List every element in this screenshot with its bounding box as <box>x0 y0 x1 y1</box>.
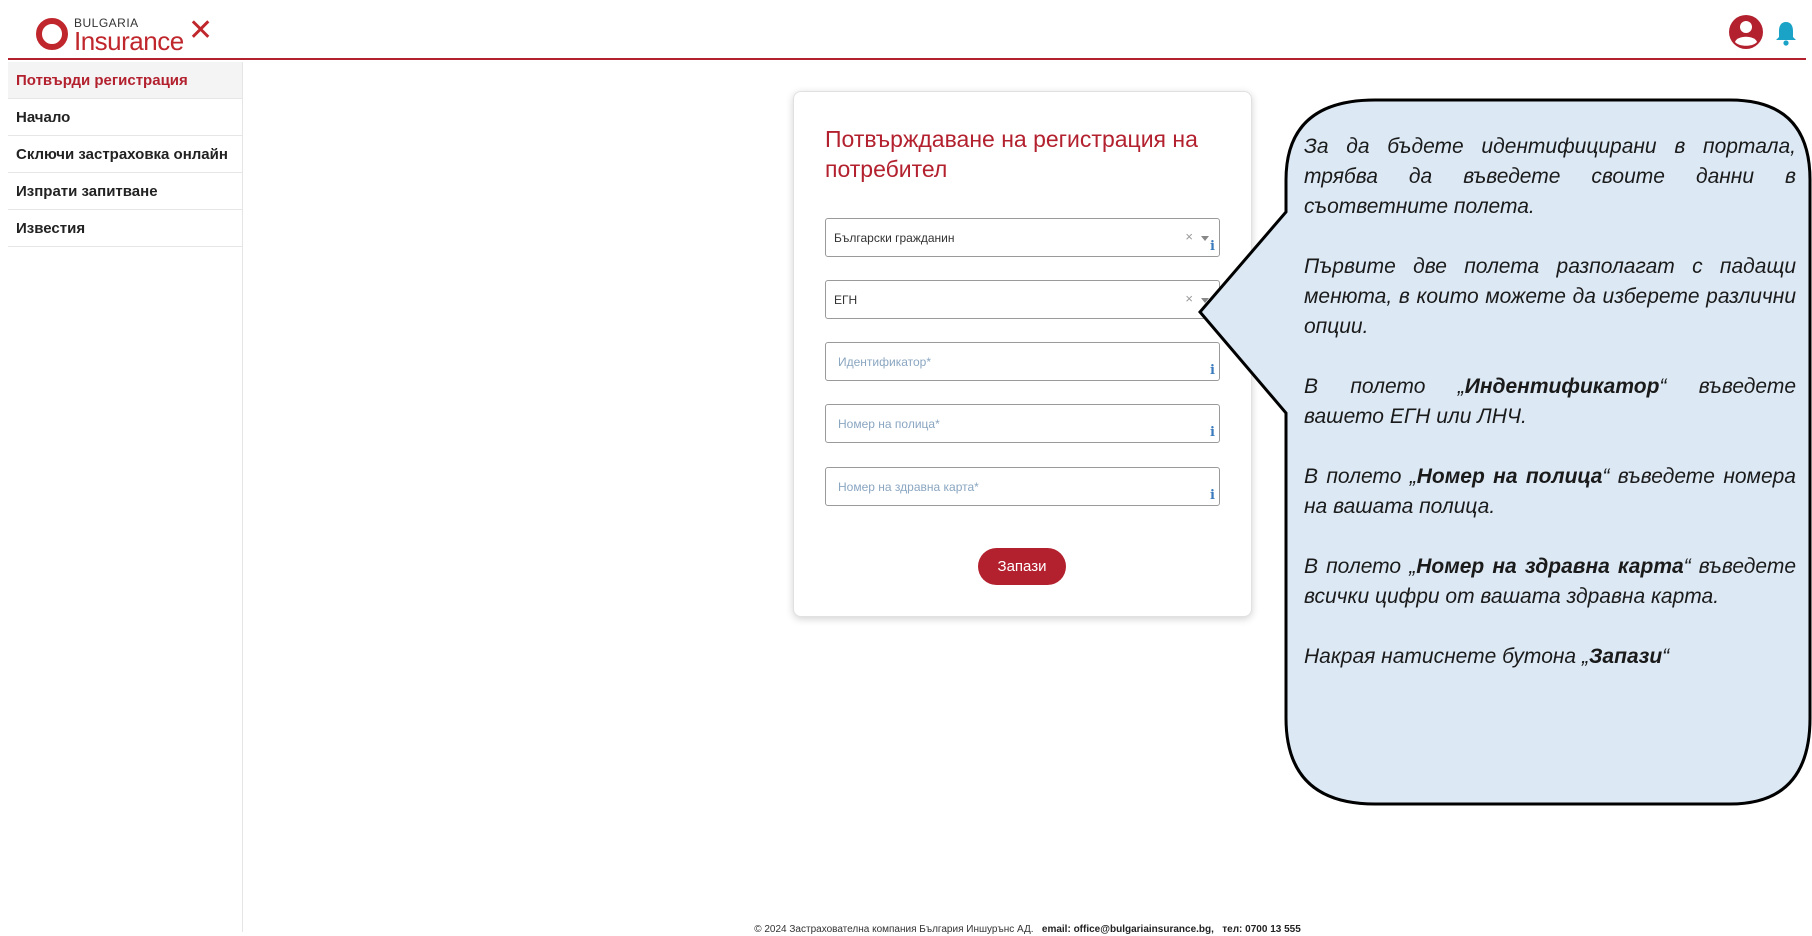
close-menu-icon[interactable]: ✕ <box>188 14 213 48</box>
logo-ring-icon <box>36 18 68 50</box>
sidebar-item-confirm-registration[interactable]: Потвърди регистрация <box>8 62 242 99</box>
id-type-select[interactable]: ЕГН × <box>825 280 1220 319</box>
health-card-number-input[interactable]: Номер на здравна карта* i <box>825 467 1220 506</box>
save-button[interactable]: Запази <box>978 548 1066 585</box>
footer-phone: тел: 0700 13 555 <box>1222 924 1301 935</box>
user-circle-icon[interactable] <box>1728 14 1764 50</box>
sidebar-nav: Потвърди регистрация Начало Сключи застр… <box>8 62 243 932</box>
callout-paragraph: Накрая натиснете бутона „Запази“ <box>1304 645 1670 668</box>
sidebar-item-send-inquiry[interactable]: Изпрати запитване <box>8 173 242 210</box>
help-callout-text: За да бъдете идентифицирани в портала, т… <box>1304 132 1796 702</box>
page-footer: © 2024 Застрахователна компания България… <box>243 924 1812 935</box>
bell-icon[interactable] <box>1774 20 1798 46</box>
sidebar-item-buy-insurance-online[interactable]: Сключи застраховка онлайн <box>8 136 242 173</box>
id-type-value: ЕГН <box>834 293 858 307</box>
citizenship-select[interactable]: Български гражданин × i <box>825 218 1220 257</box>
footer-email-link[interactable]: email: office@bulgariainsurance.bg, <box>1042 924 1214 935</box>
sidebar-item-notifications[interactable]: Известия <box>8 210 242 247</box>
logo-big-text: Insurance <box>74 26 184 56</box>
citizenship-value: Български гражданин <box>834 231 955 245</box>
form-title: Потвърждаване на регистрация на потребит… <box>825 126 1198 182</box>
bulgaria-insurance-logo[interactable]: BULGARIA Insurance <box>36 14 184 56</box>
identifier-input[interactable]: Идентификатор* i <box>825 342 1220 381</box>
callout-paragraph: В полето „Номер на здравна карта“ въведе… <box>1304 555 1796 608</box>
health-card-placeholder: Номер на здравна карта* <box>838 480 979 494</box>
top-header: BULGARIA Insurance ✕ <box>8 4 1806 60</box>
callout-paragraph: Първите две полета разполагат с падащи м… <box>1304 255 1796 338</box>
policy-number-input[interactable]: Номер на полица* i <box>825 404 1220 443</box>
callout-paragraph: За да бъдете идентифицирани в портала, т… <box>1304 135 1796 218</box>
sidebar-item-home[interactable]: Начало <box>8 99 242 136</box>
identifier-placeholder: Идентификатор* <box>838 355 932 369</box>
footer-copyright: © 2024 Застрахователна компания България… <box>754 924 1034 935</box>
policy-number-placeholder: Номер на полица* <box>838 417 940 431</box>
callout-paragraph: В полето „Номер на полица“ въведете номе… <box>1304 465 1796 518</box>
callout-paragraph: В полето „Индентификатор“ въведете вашет… <box>1304 375 1796 428</box>
